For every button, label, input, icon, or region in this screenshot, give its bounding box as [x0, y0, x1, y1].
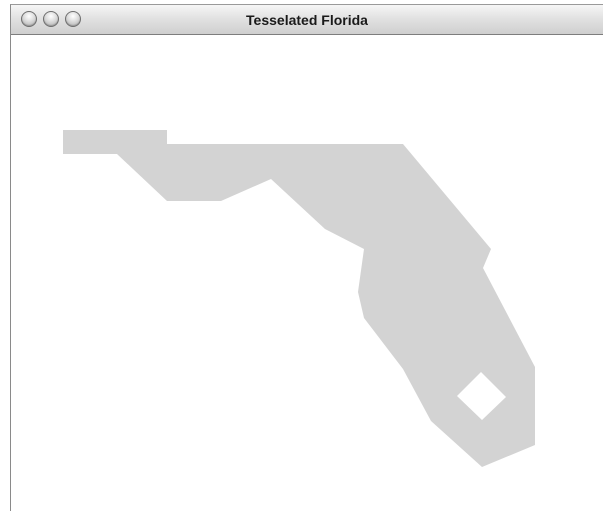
window-title: Tesselated Florida: [246, 12, 368, 28]
florida-shape: [63, 130, 535, 467]
title-bar[interactable]: Tesselated Florida: [11, 5, 603, 35]
canvas-area: [11, 35, 603, 511]
florida-canvas: [63, 130, 535, 467]
app-window: Tesselated Florida: [10, 4, 603, 511]
